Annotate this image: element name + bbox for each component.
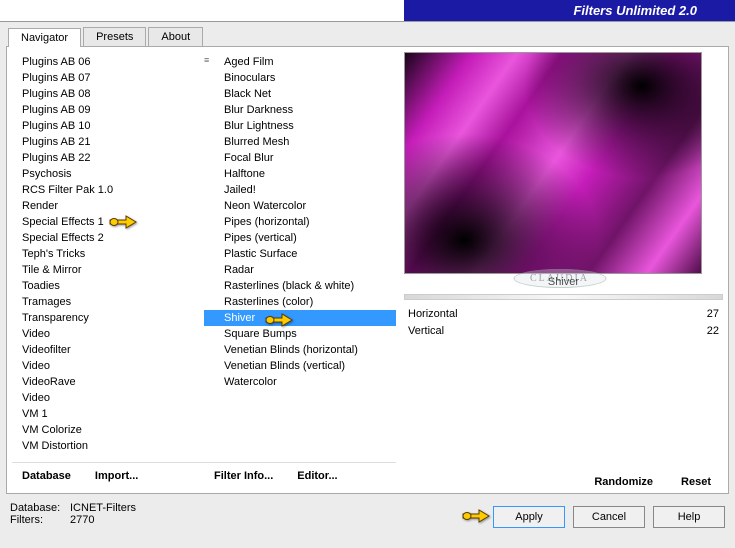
category-item[interactable]: VM Colorize [12, 422, 204, 438]
database-label: Database: [10, 502, 70, 514]
filter-item[interactable]: Plastic Surface [204, 246, 396, 262]
tab-about[interactable]: About [148, 27, 203, 46]
category-item[interactable]: Plugins AB 21 [12, 134, 204, 150]
filter-item[interactable]: Focal Blur [204, 150, 396, 166]
filter-item[interactable]: Rasterlines (black & white) [204, 278, 396, 294]
filter-item[interactable]: Radar [204, 262, 396, 278]
filter-item[interactable]: Binoculars [204, 70, 396, 86]
category-item[interactable]: Render [12, 198, 204, 214]
category-item[interactable]: Toadies [12, 278, 204, 294]
category-item[interactable]: Plugins AB 07 [12, 70, 204, 86]
filter-info-button[interactable]: Filter Info... [214, 470, 273, 482]
category-item[interactable]: Video [12, 326, 204, 342]
tab-navigator[interactable]: Navigator [8, 28, 81, 47]
filter-item[interactable]: Blurred Mesh [204, 134, 396, 150]
database-button[interactable]: Database [22, 470, 71, 482]
parameter-name: Horizontal [408, 307, 458, 322]
category-item[interactable]: Special Effects 2 [12, 230, 204, 246]
filter-item[interactable]: Halftone [204, 166, 396, 182]
category-column: Plugins AB 06Plugins AB 07Plugins AB 08P… [12, 52, 204, 488]
category-item[interactable]: Teph's Tricks [12, 246, 204, 262]
filter-item[interactable]: Rasterlines (color) [204, 294, 396, 310]
category-buttons: Database Import... [12, 462, 204, 488]
category-item[interactable]: VideoRave [12, 374, 204, 390]
title-bar: Filters Unlimited 2.0 [0, 0, 735, 22]
randomize-reset-row: Randomize Reset [404, 471, 723, 488]
database-value: ICNET-Filters [70, 502, 136, 514]
category-item[interactable]: Tile & Mirror [12, 262, 204, 278]
category-item[interactable]: Video [12, 358, 204, 374]
category-item[interactable]: Plugins AB 06 [12, 54, 204, 70]
filter-list[interactable]: ≡ Aged FilmBinocularsBlack NetBlur Darkn… [204, 52, 396, 462]
category-list[interactable]: Plugins AB 06Plugins AB 07Plugins AB 08P… [12, 52, 204, 462]
parameter-list: Horizontal 27 Vertical 22 [404, 306, 723, 340]
footer-buttons: Apply Cancel Help [493, 502, 725, 528]
category-item[interactable]: Plugins AB 10 [12, 118, 204, 134]
filters-count-value: 2770 [70, 514, 94, 526]
category-item[interactable]: Plugins AB 08 [12, 86, 204, 102]
filter-item[interactable]: Square Bumps [204, 326, 396, 342]
category-item[interactable]: Video [12, 390, 204, 406]
filter-item[interactable]: Black Net [204, 86, 396, 102]
filter-item[interactable]: Neon Watercolor [204, 198, 396, 214]
category-item[interactable]: VM Distortion [12, 438, 204, 454]
filter-item[interactable]: Blur Lightness [204, 118, 396, 134]
parameter-name: Vertical [408, 324, 444, 339]
tab-strip: NavigatorPresetsAbout [0, 22, 735, 46]
filter-item[interactable]: Jailed! [204, 182, 396, 198]
separator [404, 294, 723, 300]
filter-item[interactable]: Shiver [204, 310, 396, 326]
filter-item[interactable]: Pipes (horizontal) [204, 214, 396, 230]
category-item[interactable]: Transparency [12, 310, 204, 326]
parameter-row[interactable]: Vertical 22 [404, 323, 723, 340]
tab-presets[interactable]: Presets [83, 27, 146, 46]
parameter-value: 22 [707, 324, 719, 339]
help-button[interactable]: Help [653, 506, 725, 528]
main-panel: Plugins AB 06Plugins AB 07Plugins AB 08P… [6, 46, 729, 494]
filter-buttons: Filter Info... Editor... [204, 462, 396, 488]
preview-label: Shiver [404, 274, 723, 294]
category-item[interactable]: Plugins AB 09 [12, 102, 204, 118]
parameter-row[interactable]: Horizontal 27 [404, 306, 723, 323]
filter-item[interactable]: Watercolor [204, 374, 396, 390]
randomize-button[interactable]: Randomize [594, 476, 653, 488]
category-item[interactable]: Psychosis [12, 166, 204, 182]
category-item[interactable]: Tramages [12, 294, 204, 310]
hand-pointer-icon [108, 210, 138, 232]
cancel-button[interactable]: Cancel [573, 506, 645, 528]
preview-column: Shiver CLAUDIA Horizontal27Vertical22 Ra… [396, 52, 723, 488]
category-item[interactable]: RCS Filter Pak 1.0 [12, 182, 204, 198]
category-item[interactable]: Plugins AB 22 [12, 150, 204, 166]
filter-item[interactable]: Blur Darkness [204, 102, 396, 118]
category-item[interactable]: Videofilter [12, 342, 204, 358]
category-item[interactable]: Special Effects 1 [12, 214, 204, 230]
filter-column: ≡ Aged FilmBinocularsBlack NetBlur Darkn… [204, 52, 396, 488]
filter-item[interactable]: Venetian Blinds (horizontal) [204, 342, 396, 358]
reset-button[interactable]: Reset [681, 476, 711, 488]
editor-button[interactable]: Editor... [297, 470, 337, 482]
filter-item[interactable]: Venetian Blinds (vertical) [204, 358, 396, 374]
parameter-value: 27 [707, 307, 719, 322]
category-item[interactable]: VM 1 [12, 406, 204, 422]
footer: Database: ICNET-Filters Filters: 2770 Ap… [0, 494, 735, 540]
footer-info: Database: ICNET-Filters Filters: 2770 [10, 502, 136, 526]
hand-pointer-icon [461, 504, 491, 526]
apply-button[interactable]: Apply [493, 506, 565, 528]
preview-image [404, 52, 702, 274]
filter-item[interactable]: Pipes (vertical) [204, 230, 396, 246]
filters-count-label: Filters: [10, 514, 70, 526]
filter-item[interactable]: Aged Film [204, 54, 396, 70]
app-title: Filters Unlimited 2.0 [573, 3, 697, 18]
import-button[interactable]: Import... [95, 470, 138, 482]
